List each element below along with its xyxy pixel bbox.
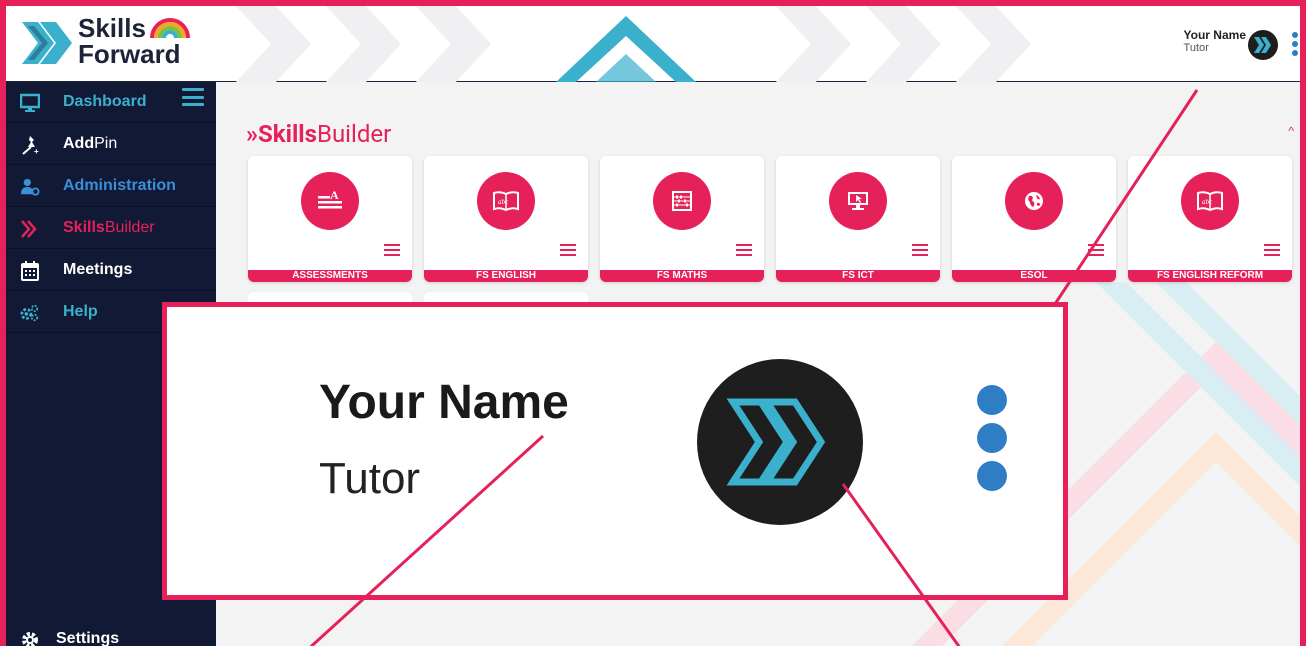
zoom-user-role: Tutor	[319, 454, 421, 503]
computer-icon	[829, 172, 887, 230]
cogs-icon	[20, 303, 40, 323]
card-menu-icon[interactable]	[1264, 244, 1280, 256]
card-menu-icon[interactable]	[1088, 244, 1104, 256]
user-role: Tutor	[1183, 42, 1209, 54]
zoom-avatar	[697, 359, 863, 525]
menu-dot-icon	[1292, 50, 1298, 56]
sidebar-item-settings[interactable]: Settings	[6, 630, 216, 646]
card-fs-english-reform[interactable]: abc FS ENGLISH REFORM	[1128, 156, 1292, 282]
sidebar-item-label: Meetings	[63, 261, 133, 278]
menu-dot-icon	[1292, 32, 1298, 38]
logo-chevron-icon	[22, 22, 72, 64]
card-menu-icon[interactable]	[384, 244, 400, 256]
svg-text:+: +	[34, 147, 39, 155]
sidebar-item-addpin[interactable]: + AddPin	[6, 124, 216, 165]
sidebar-item-skillsbuilder[interactable]: SkillsBuilder	[6, 208, 216, 249]
collapse-button[interactable]: ^	[1288, 124, 1294, 138]
monitor-icon	[20, 93, 40, 113]
svg-text:abc: abc	[498, 198, 509, 206]
sidebar-item-administration[interactable]: Administration	[6, 166, 216, 207]
sidebar-item-label: Administration	[63, 177, 176, 194]
user-menu-button[interactable]	[1292, 32, 1300, 56]
card-label: FS ICT	[776, 270, 940, 282]
user-info[interactable]: Your Name Tutor	[1184, 28, 1246, 55]
sidebar-toggle-button[interactable]	[182, 88, 204, 106]
avatar-chevron-icon	[1254, 37, 1271, 53]
logo-text-line2: Forward	[78, 39, 181, 69]
top-header: Skills Forward Your Name Tutor	[6, 6, 1300, 82]
settings-label: Settings	[56, 630, 120, 646]
calendar-icon	[20, 261, 40, 281]
zoom-user-name: Your Name	[319, 376, 569, 429]
sidebar-item-label: SkillsBuilder	[63, 219, 155, 236]
menu-dot-icon	[977, 461, 1007, 491]
skills-forward-logo[interactable]: Skills Forward	[10, 12, 216, 76]
card-fs-ict[interactable]: FS ICT	[776, 156, 940, 282]
abacus-icon	[653, 172, 711, 230]
text-format-icon: A	[301, 172, 359, 230]
logo-text-line1: Skills	[78, 13, 146, 43]
svg-text:A: A	[330, 188, 339, 202]
card-fs-english[interactable]: abc FS ENGLISH	[424, 156, 588, 282]
app-frame: Skills Forward Your Name Tutor Dashboard…	[0, 0, 1306, 646]
menu-dot-icon	[1292, 41, 1298, 47]
menu-dot-icon	[977, 385, 1007, 415]
header-chevron-pattern	[236, 6, 1031, 82]
zoom-menu-dots	[977, 385, 1009, 491]
user-gear-icon	[20, 177, 40, 197]
menu-dot-icon	[977, 423, 1007, 453]
sidebar-item-meetings[interactable]: Meetings	[6, 250, 216, 291]
book-icon: abc	[477, 172, 535, 230]
sidebar-item-label: Dashboard	[63, 93, 147, 110]
user-name: Your Name	[1183, 28, 1246, 42]
card-menu-icon[interactable]	[912, 244, 928, 256]
zoom-callout: Your Name Tutor	[162, 302, 1068, 600]
svg-text:abc: abc	[1202, 198, 1213, 206]
user-avatar[interactable]	[1248, 30, 1278, 60]
sidebar-item-dashboard[interactable]: Dashboard	[6, 82, 216, 123]
section-title: » SkillsBuilder	[246, 120, 392, 148]
sidebar-item-label: AddPin	[63, 135, 118, 152]
card-label: FS ENGLISH	[424, 270, 588, 282]
zoom-avatar-chevron-icon	[726, 398, 826, 486]
card-menu-icon[interactable]	[736, 244, 752, 256]
card-fs-maths[interactable]: FS MATHS	[600, 156, 764, 282]
globe-icon	[1005, 172, 1063, 230]
card-label: FS MATHS	[600, 270, 764, 282]
chevrons-icon	[20, 219, 40, 239]
card-menu-icon[interactable]	[560, 244, 576, 256]
card-label: ASSESSMENTS	[248, 270, 412, 282]
card-label: FS ENGLISH REFORM	[1128, 270, 1292, 282]
card-assessments[interactable]: A ASSESSMENTS	[248, 156, 412, 282]
book-icon: abc	[1181, 172, 1239, 230]
card-esol[interactable]: ESOL	[952, 156, 1116, 282]
gear-icon	[20, 630, 40, 646]
sidebar-item-label: Help	[63, 303, 98, 320]
pin-icon: +	[20, 135, 40, 155]
card-label: ESOL	[952, 270, 1116, 282]
rainbow-icon	[150, 18, 190, 39]
